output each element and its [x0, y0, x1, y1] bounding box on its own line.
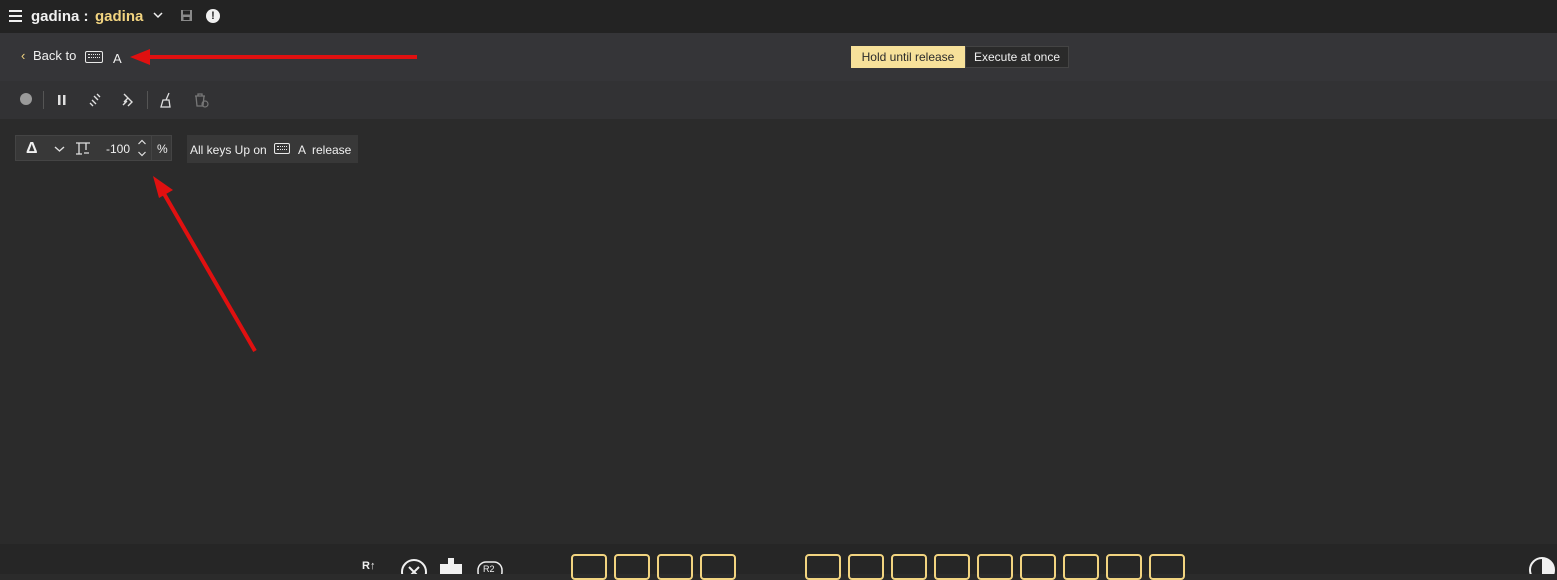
step-editor: Δ -100 % [15, 135, 172, 161]
star-button[interactable] [1020, 554, 1056, 580]
next-track-button[interactable] [700, 554, 736, 580]
release-key-label: A [298, 143, 307, 157]
toolbar-separator [147, 91, 148, 109]
bottom-bar [0, 544, 1557, 574]
spinner-icon[interactable] [137, 138, 147, 158]
link-icon[interactable] [120, 91, 136, 109]
delta-icon[interactable]: Δ [26, 140, 38, 158]
chevron-down-icon[interactable] [152, 9, 164, 21]
back-button[interactable]: Back to [33, 48, 76, 63]
record-icon[interactable] [20, 93, 32, 105]
brush-icon[interactable] [158, 91, 174, 109]
hamburger-menu-icon[interactable] [9, 10, 22, 23]
header-bar: ‹ Back to A Hold until release Execute a… [0, 33, 1557, 81]
r-up-icon[interactable]: R↑ [362, 560, 375, 572]
app-name: gadina : [31, 8, 89, 25]
volume-down-button[interactable] [805, 554, 841, 580]
chevron-down-icon[interactable] [54, 144, 65, 154]
volume-button[interactable] [848, 554, 884, 580]
sensitivity-icon[interactable] [74, 140, 92, 157]
keyboard-icon [85, 51, 103, 63]
profile-name[interactable]: gadina [95, 8, 143, 25]
toolbar [0, 81, 1557, 119]
keyboard-icon [274, 143, 290, 154]
lambda-button[interactable] [1149, 554, 1185, 580]
main-area [0, 119, 1557, 544]
hold-until-release-button[interactable]: Hold until release [851, 46, 965, 68]
save-icon[interactable] [180, 9, 193, 22]
toolbar-separator [43, 91, 44, 109]
execute-at-once-button[interactable]: Execute at once [965, 46, 1069, 68]
unit-toggle[interactable]: % [157, 142, 168, 156]
globe-button[interactable] [934, 554, 970, 580]
volume-up-button[interactable] [891, 554, 927, 580]
no-globe-button[interactable] [977, 554, 1013, 580]
play-button[interactable] [657, 554, 693, 580]
unlink-icon[interactable] [87, 91, 103, 109]
release-suffix-label: release [312, 143, 352, 157]
trash-icon[interactable] [192, 91, 210, 109]
back-chevron-icon[interactable]: ‹ [21, 48, 25, 63]
divider [151, 136, 152, 160]
info-icon[interactable]: ! [206, 9, 220, 23]
pause-icon[interactable] [55, 91, 69, 109]
amount-input[interactable]: -100 [106, 142, 130, 156]
refresh-button[interactable] [1063, 554, 1099, 580]
prev-track-button[interactable] [571, 554, 607, 580]
top-bar: gadina : gadina ! [0, 0, 1557, 33]
back-key-label: A [113, 51, 122, 66]
stop-button[interactable] [614, 554, 650, 580]
release-label: All keys Up on [190, 143, 267, 157]
pen-button[interactable] [1106, 554, 1142, 580]
release-action[interactable]: All keys Up on A release [187, 135, 358, 163]
